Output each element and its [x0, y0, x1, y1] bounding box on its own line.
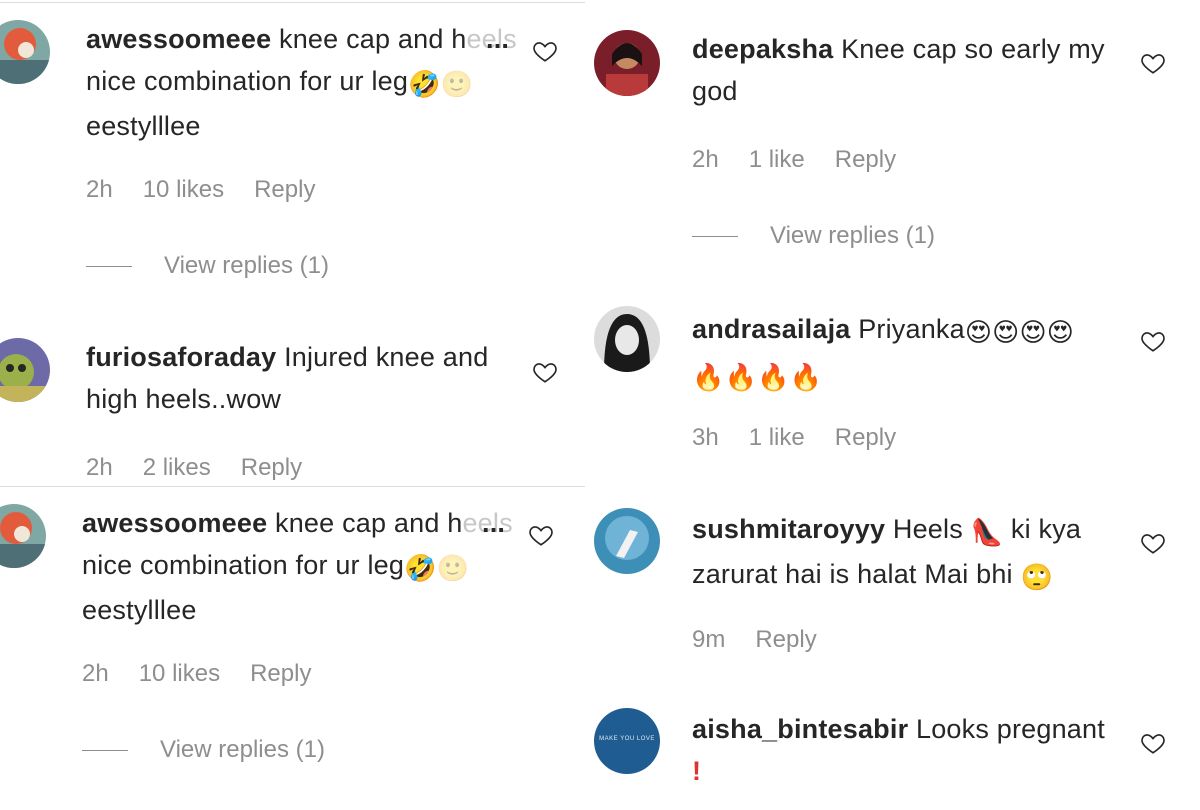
- comments-column-left: awessoomeee knee cap and heels... nice c…: [0, 0, 590, 810]
- view-replies-link[interactable]: View replies (1): [82, 736, 325, 764]
- comment-meta: 3h 1 like Reply: [692, 424, 926, 452]
- like-heart-icon[interactable]: [1140, 50, 1166, 76]
- comment-text: deepaksha Knee cap so early my god: [692, 34, 1105, 106]
- comment-text: awessoomeee knee cap and heels... nice c…: [86, 18, 526, 147]
- comment-meta: 9m Reply: [692, 626, 847, 654]
- faded-emoji: 🙂: [436, 553, 470, 583]
- reply-button[interactable]: Reply: [250, 660, 311, 687]
- comment-meta: 2h 10 likes Reply: [86, 176, 345, 204]
- view-replies-link[interactable]: View replies (1): [86, 252, 329, 280]
- divider-dash: [86, 266, 132, 268]
- high-heel-emoji: 👠: [970, 517, 1004, 547]
- comment-likes[interactable]: 1 like: [749, 424, 805, 451]
- comment-text: andrasailaja Priyanka😍😍😍😍 🔥🔥🔥🔥: [692, 308, 1132, 398]
- view-replies-link[interactable]: View replies (1): [692, 222, 935, 250]
- comment-text: awessoomeee knee cap and heels... nice c…: [82, 502, 522, 631]
- divider-dash: [692, 236, 738, 238]
- comment-time: 2h: [86, 176, 113, 203]
- comment-username[interactable]: awessoomeee: [86, 24, 271, 54]
- avatar[interactable]: [0, 504, 46, 568]
- like-heart-icon[interactable]: [532, 38, 558, 64]
- comment-username[interactable]: deepaksha: [692, 34, 833, 64]
- like-heart-icon[interactable]: [1140, 730, 1166, 756]
- avatar[interactable]: [0, 20, 50, 84]
- eye-roll-emoji: 🙄: [1020, 562, 1054, 592]
- avatar-logo-text: MAKE YOU LOVE: [599, 736, 655, 742]
- divider-dash: [82, 750, 128, 752]
- comment-likes[interactable]: 1 like: [749, 146, 805, 173]
- reply-button[interactable]: Reply: [254, 176, 315, 203]
- comment-likes[interactable]: 2 likes: [143, 454, 211, 481]
- comment-time: 2h: [692, 146, 719, 173]
- like-heart-icon[interactable]: [528, 522, 554, 548]
- comment-time: 2h: [82, 660, 109, 687]
- more-ellipsis[interactable]: ...: [482, 502, 505, 544]
- avatar[interactable]: [0, 338, 50, 402]
- comment-meta: 2h 10 likes Reply: [82, 660, 341, 688]
- like-heart-icon[interactable]: [532, 359, 558, 385]
- fire-emoji: 🔥🔥🔥🔥: [692, 362, 823, 392]
- faded-emoji: 🙂: [440, 69, 474, 99]
- avatar[interactable]: MAKE YOU LOVE: [594, 708, 660, 774]
- comment-time: 3h: [692, 424, 719, 451]
- reply-button[interactable]: Reply: [835, 424, 896, 451]
- like-heart-icon[interactable]: [1140, 328, 1166, 354]
- comment-username[interactable]: sushmitaroyyy: [692, 514, 885, 544]
- comment-text: aisha_bintesabir Looks pregnant !: [692, 714, 1105, 786]
- comments-column-right: deepaksha Knee cap so early my god 2h 1 l…: [590, 0, 1200, 810]
- comment-text: furiosaforaday Injured knee and high hee…: [86, 342, 489, 414]
- divider-line: [0, 486, 585, 487]
- comment-time: 2h: [86, 454, 113, 481]
- comment-username[interactable]: furiosaforaday: [86, 342, 276, 372]
- comment-username[interactable]: awessoomeee: [82, 508, 267, 538]
- divider-line: [0, 2, 585, 3]
- comment-text: sushmitaroyyy Heels 👠 ki kya zarurat hai…: [692, 508, 1132, 598]
- comment-username[interactable]: andrasailaja: [692, 314, 851, 344]
- rolling-laughing-emoji: 🤣: [404, 553, 437, 583]
- comment-time: 9m: [692, 626, 726, 653]
- more-ellipsis[interactable]: ...: [486, 18, 509, 60]
- heart-eyes-emoji: 😍😍😍😍: [964, 317, 1075, 347]
- like-heart-icon[interactable]: [1140, 530, 1166, 556]
- comment-meta: 2h 2 likes Reply: [86, 454, 332, 482]
- comment-username[interactable]: aisha_bintesabir: [692, 714, 908, 744]
- comment-meta: 2h 1 like Reply: [692, 146, 926, 174]
- avatar[interactable]: [594, 306, 660, 372]
- reply-button[interactable]: Reply: [835, 146, 896, 173]
- comment-likes[interactable]: 10 likes: [139, 660, 220, 687]
- comment-likes[interactable]: 10 likes: [143, 176, 224, 203]
- rolling-laughing-emoji: 🤣: [408, 69, 441, 99]
- reply-button[interactable]: Reply: [755, 626, 816, 653]
- avatar[interactable]: [594, 30, 660, 96]
- avatar[interactable]: [594, 508, 660, 574]
- reply-button[interactable]: Reply: [241, 454, 302, 481]
